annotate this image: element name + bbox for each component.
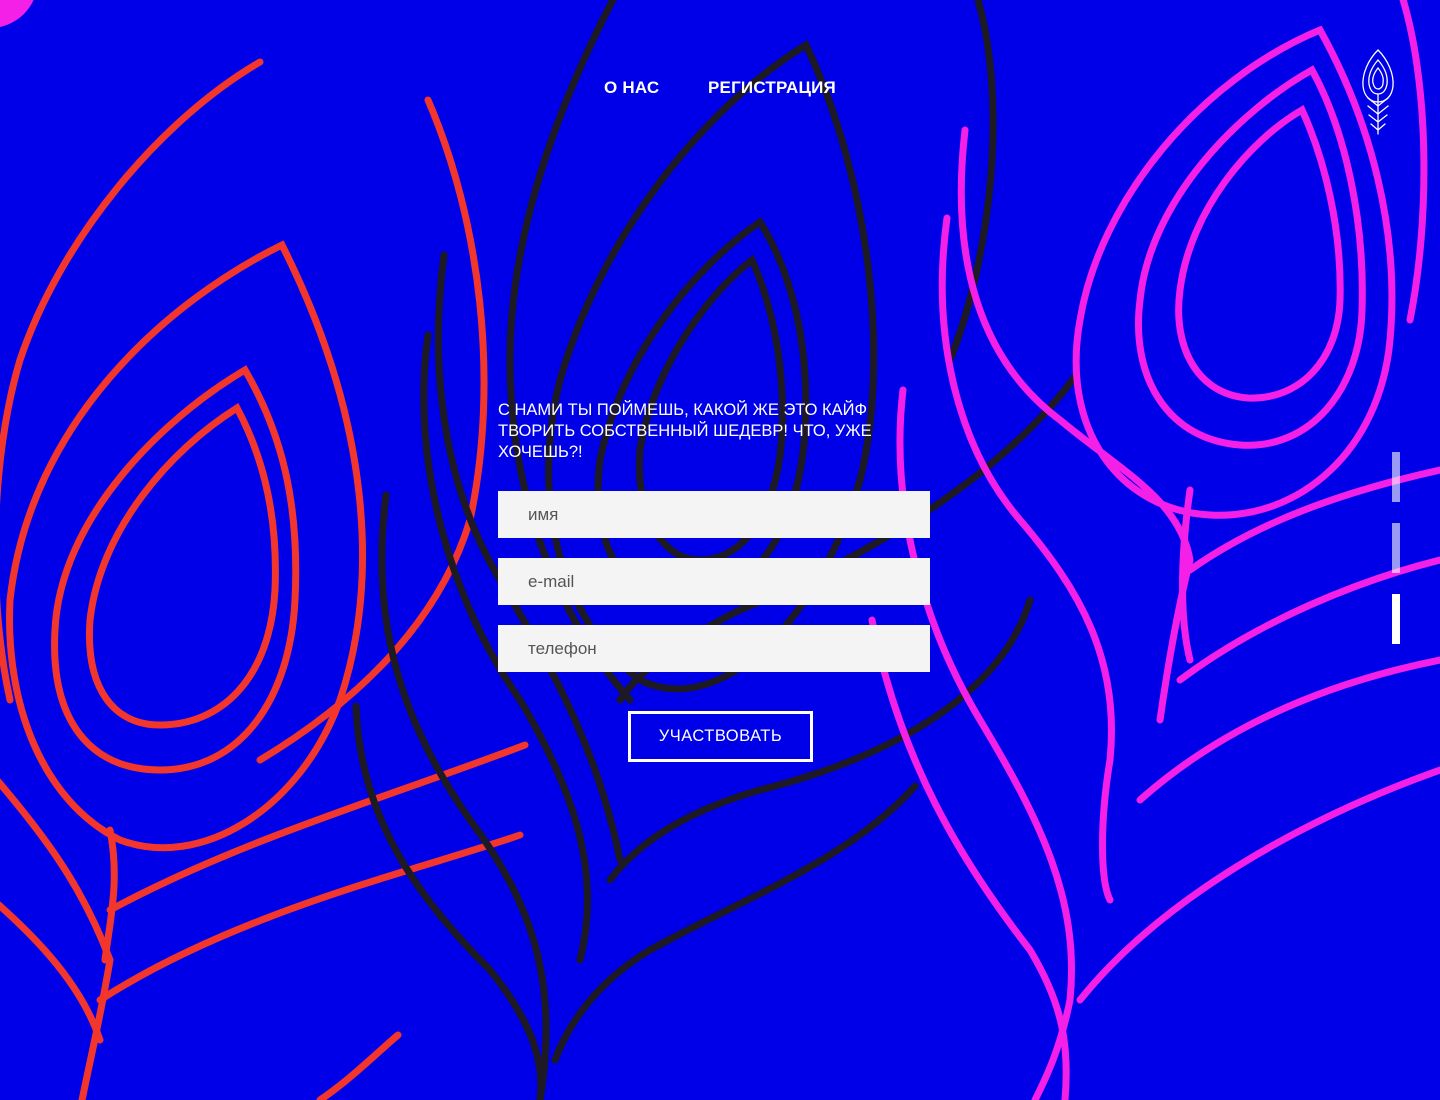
form-headline: С НАМИ ТЫ ПОЙМЕШЬ, КАКОЙ ЖЕ ЭТО КАЙФ ТВО… bbox=[498, 401, 872, 461]
pager-dot-3-active[interactable] bbox=[1392, 594, 1400, 644]
participate-button[interactable]: УЧАСТВОВАТЬ bbox=[628, 711, 813, 762]
section-pager bbox=[1392, 452, 1400, 652]
red-feather bbox=[0, 58, 529, 1100]
pager-dot-1[interactable] bbox=[1392, 452, 1400, 502]
top-nav: О НАС РЕГИСТРАЦИЯ bbox=[0, 78, 1440, 102]
registration-form: С НАМИ ТЫ ПОЙМЕШЬ, КАКОЙ ЖЕ ЭТО КАЙФ ТВО… bbox=[498, 400, 930, 762]
background-feathers bbox=[0, 0, 1440, 1100]
nav-about-link[interactable]: О НАС bbox=[604, 78, 659, 98]
nav-register-link[interactable]: РЕГИСТРАЦИЯ bbox=[708, 78, 836, 98]
magenta-feather bbox=[868, 0, 1440, 1100]
magenta-corner-circle bbox=[0, 0, 34, 27]
black-feather bbox=[352, 0, 1080, 1100]
name-input[interactable] bbox=[498, 491, 930, 538]
peacock-feather-icon[interactable] bbox=[1356, 48, 1400, 136]
phone-input[interactable] bbox=[498, 625, 930, 672]
email-input[interactable] bbox=[498, 558, 930, 605]
pager-dot-2[interactable] bbox=[1392, 523, 1400, 573]
